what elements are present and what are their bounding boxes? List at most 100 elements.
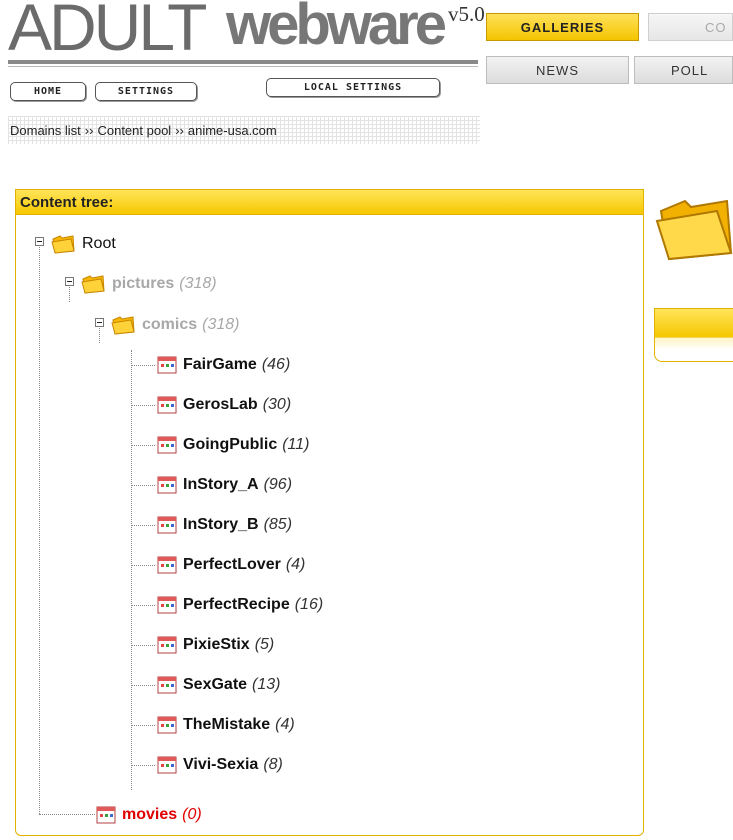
tree-node-label: pictures xyxy=(112,275,175,292)
content-tree-panel: Content tree: Root pictures (318) comics… xyxy=(15,189,644,836)
tree-node-label: comics xyxy=(142,316,198,333)
header-divider-thin xyxy=(8,66,478,67)
tree-node-label: InStory_B xyxy=(183,516,259,533)
tab-poll[interactable]: POLL xyxy=(634,56,733,84)
breadcrumb: Domains list ›› Content pool ›› anime-us… xyxy=(8,116,480,144)
gallery-icon xyxy=(157,635,177,655)
tree-node-gallery[interactable]: GoingPublic (11) xyxy=(157,433,309,457)
collapse-toggle-icon[interactable] xyxy=(35,237,44,246)
collapse-toggle-icon[interactable] xyxy=(95,318,104,327)
tree-node-label: PerfectLover xyxy=(183,556,281,573)
tree-connector xyxy=(131,485,155,486)
tree-node-count: (318) xyxy=(202,316,240,333)
tree-node-count: (5) xyxy=(254,636,275,653)
breadcrumb-separator: ›› xyxy=(175,122,184,138)
tree-connector xyxy=(131,645,155,646)
gallery-icon xyxy=(157,355,177,375)
header-divider xyxy=(8,60,478,64)
tree-connector xyxy=(131,445,155,446)
tree-node-label: FairGame xyxy=(183,356,257,373)
side-panel xyxy=(654,308,733,362)
tree-connector xyxy=(131,350,132,790)
tree-node-pictures[interactable]: pictures (318) xyxy=(80,272,217,296)
side-panel-body xyxy=(655,337,733,350)
tree-node-gallery[interactable]: TheMistake (4) xyxy=(157,713,295,737)
gallery-icon xyxy=(157,755,177,775)
breadcrumb-domains-list[interactable]: Domains list xyxy=(10,123,81,138)
side-panel-header xyxy=(655,309,733,337)
tree-node-label: movies xyxy=(122,806,178,823)
tree-node-count: (0) xyxy=(182,806,202,823)
gallery-icon xyxy=(157,715,177,735)
gallery-icon xyxy=(157,475,177,495)
gallery-icon xyxy=(157,515,177,535)
tree-node-count: (8) xyxy=(263,756,283,773)
tree-node-label: GerosLab xyxy=(183,396,258,413)
folder-icon xyxy=(655,193,733,265)
tree-node-label: PerfectRecipe xyxy=(183,596,290,613)
tree-node-gallery[interactable]: InStory_B (85) xyxy=(157,513,292,537)
tree-node-label: GoingPublic xyxy=(183,436,278,453)
tree-connector xyxy=(131,605,155,606)
tree-node-comics[interactable]: comics (318) xyxy=(110,313,240,337)
local-settings-button[interactable]: LOCAL SETTINGS xyxy=(266,78,440,97)
tree-node-gallery[interactable]: GerosLab (30) xyxy=(157,393,291,417)
breadcrumb-separator: ›› xyxy=(84,122,94,138)
collapse-toggle-icon[interactable] xyxy=(65,277,74,286)
tree-node-gallery[interactable]: PixieStix (5) xyxy=(157,633,274,657)
tree-node-gallery[interactable]: SexGate (13) xyxy=(157,673,281,697)
tree-node-count: (85) xyxy=(263,516,293,533)
tree-connector xyxy=(39,814,95,815)
tree-connector xyxy=(39,242,40,814)
tree-node-gallery[interactable]: PerfectRecipe (16) xyxy=(157,593,323,617)
tree-node-gallery[interactable]: InStory_A (96) xyxy=(157,473,292,497)
folder-icon xyxy=(110,314,136,336)
tree-connector xyxy=(131,765,155,766)
gallery-icon xyxy=(157,435,177,455)
tree-node-count: (318) xyxy=(179,275,217,292)
tree-node-label: SexGate xyxy=(183,676,248,693)
folder-icon xyxy=(80,273,106,295)
tree-connector xyxy=(131,365,155,366)
tree-node-gallery[interactable]: FairGame (46) xyxy=(157,353,290,377)
gallery-icon xyxy=(157,395,177,415)
tree-node-label: Root xyxy=(82,235,116,252)
tree-connector xyxy=(131,525,155,526)
tree-connector xyxy=(131,685,155,686)
breadcrumb-current-domain: anime-usa.com xyxy=(187,122,277,138)
tree-connector xyxy=(131,405,155,406)
tree-node-count: (4) xyxy=(275,716,295,733)
tree-node-count: (16) xyxy=(294,596,324,613)
tab-content[interactable]: CO xyxy=(648,13,733,41)
tree-node-count: (4) xyxy=(285,556,306,573)
version-label: v5.0 xyxy=(448,2,485,26)
tree-connector xyxy=(131,725,155,726)
tree-node-count: (96) xyxy=(263,476,293,493)
tab-galleries[interactable]: GALLERIES xyxy=(486,13,639,41)
folder-icon xyxy=(50,233,76,255)
tree-node-root[interactable]: Root xyxy=(50,232,116,256)
tree-node-count: (13) xyxy=(252,676,281,693)
tab-news[interactable]: NEWS xyxy=(486,56,629,84)
breadcrumb-content-pool[interactable]: Content pool xyxy=(97,123,171,138)
tree-node-label: InStory_A xyxy=(183,476,259,493)
tree-node-gallery[interactable]: Vivi-Sexia (8) xyxy=(157,753,283,777)
tree-node-count: (11) xyxy=(282,436,310,453)
tree-node-label: PixieStix xyxy=(183,636,250,653)
tree-connector xyxy=(131,565,155,566)
home-button[interactable]: HOME xyxy=(10,82,86,101)
logo-adult-text: ADULT xyxy=(8,0,207,64)
tree-node-gallery[interactable]: PerfectLover (4) xyxy=(157,553,305,577)
tree-node-movies[interactable]: movies (0) xyxy=(96,803,202,827)
content-tree-title: Content tree: xyxy=(16,190,643,215)
tree-node-count: (46) xyxy=(261,356,291,373)
logo-webware-text: webware xyxy=(226,0,447,57)
tree-node-count: (30) xyxy=(262,396,292,413)
tree-node-label: Vivi-Sexia xyxy=(183,756,259,773)
gallery-icon xyxy=(157,675,177,695)
settings-button[interactable]: SETTINGS xyxy=(95,82,197,101)
gallery-icon xyxy=(157,555,177,575)
tree-node-label: TheMistake xyxy=(183,716,271,733)
gallery-icon xyxy=(96,805,116,825)
gallery-icon xyxy=(157,595,177,615)
